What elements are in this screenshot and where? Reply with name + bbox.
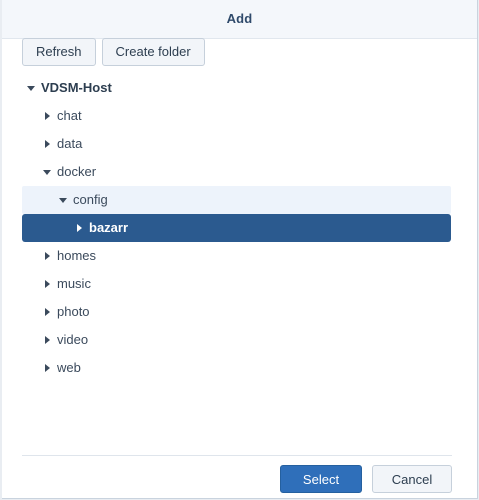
caret-right-icon[interactable] (42, 298, 52, 326)
tree-node-label: VDSM-Host (41, 80, 112, 95)
create-folder-button[interactable]: Create folder (101, 38, 205, 66)
tree-node-label: web (57, 360, 81, 375)
tree-node-label: chat (57, 108, 82, 123)
tree-node-label: video (57, 332, 89, 347)
dialog-toolbar: Refresh Create folder (22, 38, 205, 66)
caret-down-icon[interactable] (42, 158, 52, 186)
tree-node-label: config (73, 192, 108, 207)
caret-down-icon[interactable] (58, 186, 68, 214)
tree-node-label: docker (57, 164, 97, 179)
caret-right-icon[interactable] (42, 270, 52, 298)
folder-tree: VDSM-Host chat data docker config bazarr… (22, 74, 451, 382)
select-button[interactable]: Select (280, 465, 362, 493)
dialog-title: Add (226, 11, 253, 26)
tree-node-video[interactable]: video (22, 326, 451, 354)
tree-node-vdsm-host[interactable]: VDSM-Host (22, 74, 451, 102)
tree-node-label: homes (57, 248, 97, 263)
caret-right-icon[interactable] (42, 102, 52, 130)
caret-right-icon[interactable] (42, 242, 52, 270)
caret-right-icon[interactable] (42, 130, 52, 158)
cancel-button[interactable]: Cancel (372, 465, 452, 493)
add-dialog: Add Refresh Create folder VDSM-Host chat… (2, 0, 478, 499)
caret-right-icon[interactable] (42, 354, 52, 382)
tree-node-music[interactable]: music (22, 270, 451, 298)
tree-node-label: photo (57, 304, 90, 319)
tree-node-label: music (57, 276, 91, 291)
tree-node-config[interactable]: config (22, 186, 451, 214)
tree-node-homes[interactable]: homes (22, 242, 451, 270)
tree-node-docker[interactable]: docker (22, 158, 451, 186)
tree-node-chat[interactable]: chat (22, 102, 451, 130)
tree-node-label: data (57, 136, 83, 151)
caret-right-icon[interactable] (74, 214, 84, 242)
footer-divider (22, 455, 452, 456)
tree-node-photo[interactable]: photo (22, 298, 451, 326)
tree-node-label: bazarr (89, 220, 129, 235)
caret-down-icon[interactable] (26, 74, 36, 102)
tree-node-bazarr[interactable]: bazarr (22, 214, 451, 242)
caret-right-icon[interactable] (42, 326, 52, 354)
tree-node-data[interactable]: data (22, 130, 451, 158)
dialog-titlebar: Add (2, 0, 477, 39)
refresh-button[interactable]: Refresh (22, 38, 96, 66)
dialog-footer: Select Cancel (280, 465, 452, 493)
tree-node-web[interactable]: web (22, 354, 451, 382)
